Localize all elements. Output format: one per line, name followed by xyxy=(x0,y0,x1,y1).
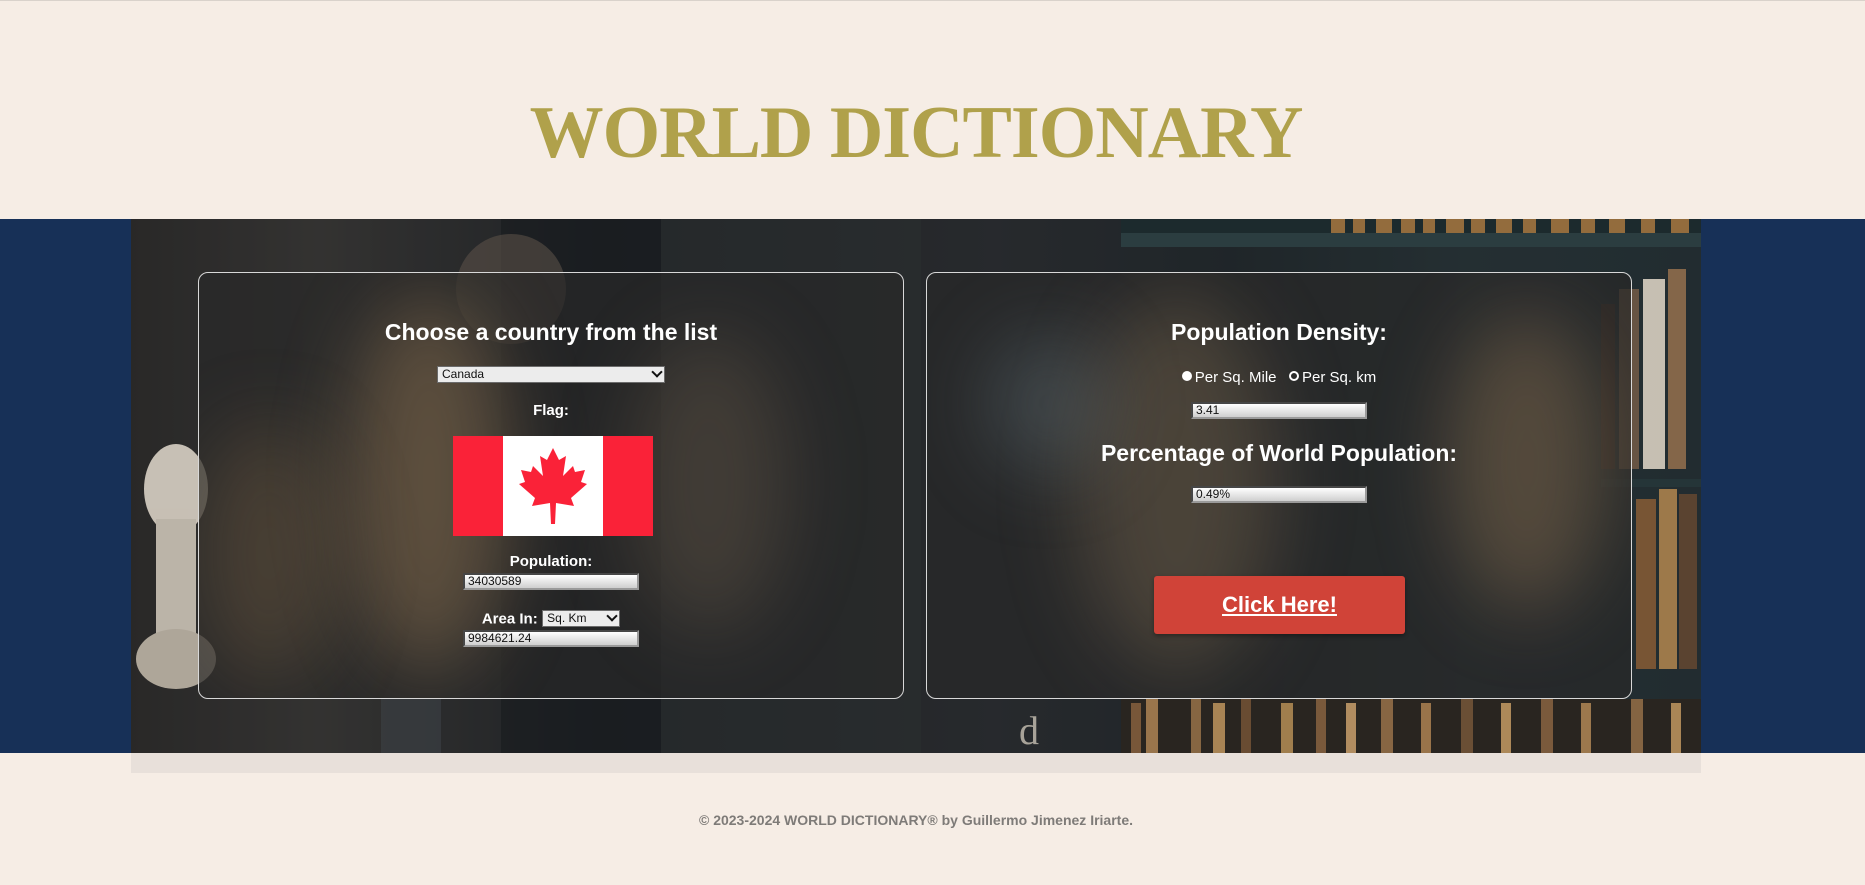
radio-per-sq-mile-label: Per Sq. Mile xyxy=(1194,369,1277,386)
area-unit-value: Sq. Km xyxy=(547,611,587,626)
density-heading: Population Density: xyxy=(1171,319,1387,345)
population-field[interactable]: 34030589 xyxy=(463,573,639,590)
area-field[interactable]: 9984621.24 xyxy=(463,630,639,647)
chevron-down-icon xyxy=(651,366,663,378)
area-label: Area In: xyxy=(481,610,538,628)
top-border xyxy=(0,0,1865,1)
background-bottom-strip xyxy=(131,753,1701,773)
radio-per-sq-mile[interactable]: Per Sq. Mile xyxy=(1181,369,1281,386)
country-select[interactable]: Canada xyxy=(437,366,665,383)
density-unit-radio-group: Per Sq. Mile Per Sq. km xyxy=(927,369,1631,386)
area-row: Area In: Sq. Km xyxy=(199,610,903,628)
maple-leaf-icon xyxy=(519,448,587,524)
footer-copyright: © 2023-2024 WORLD DICTIONARY® by Guiller… xyxy=(698,812,1133,828)
country-panel-heading: Choose a country from the list xyxy=(384,319,718,345)
click-here-button[interactable]: Click Here! xyxy=(1154,576,1405,634)
flag-label: Flag: xyxy=(533,402,569,419)
country-panel: Choose a country from the list Canada Fl… xyxy=(198,272,904,699)
radio-selected-icon[interactable] xyxy=(1181,371,1192,381)
radio-per-sq-km[interactable]: Per Sq. km xyxy=(1289,369,1376,386)
svg-text:d: d xyxy=(1019,708,1039,753)
percentage-field[interactable]: 0.49% xyxy=(1191,486,1367,503)
percentage-heading: Percentage of World Population: xyxy=(1100,440,1458,466)
density-field[interactable]: 3.41 xyxy=(1191,402,1367,419)
canada-flag-image xyxy=(453,436,653,536)
statistics-panel: Population Density: Per Sq. Mile Per Sq.… xyxy=(926,272,1632,699)
radio-per-sq-km-label: Per Sq. km xyxy=(1302,369,1377,386)
country-select-value: Canada xyxy=(442,367,485,381)
radio-unselected-icon[interactable] xyxy=(1289,371,1300,381)
area-unit-select[interactable]: Sq. Km xyxy=(542,610,621,628)
chevron-down-icon xyxy=(606,610,618,622)
population-label: Population: xyxy=(509,553,593,570)
page-title: WORLD DICTIONARY xyxy=(529,92,1304,174)
